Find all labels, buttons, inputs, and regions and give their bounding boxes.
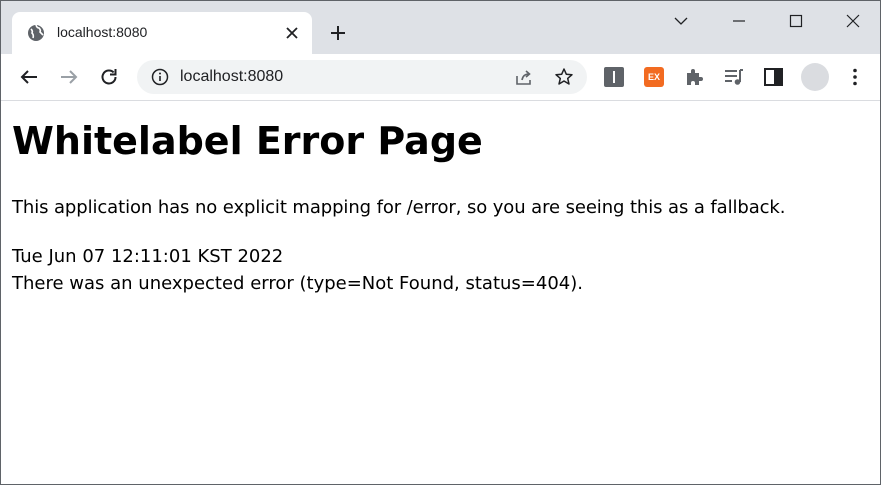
share-icon[interactable] [514, 67, 534, 87]
tab-strip: localhost:8080 [1, 1, 880, 54]
browser-window: localhost:8080 localhost:8080 EX Whitela… [0, 0, 881, 485]
tab-localhost[interactable]: localhost:8080 [12, 12, 312, 54]
close-icon[interactable] [284, 25, 300, 41]
minimize-icon[interactable] [727, 9, 751, 33]
more-icon[interactable] [843, 65, 867, 89]
star-icon[interactable] [554, 67, 574, 87]
page-title: Whitelabel Error Page [12, 119, 483, 163]
avatar[interactable] [801, 63, 829, 91]
maximize-icon[interactable] [784, 9, 808, 33]
media-queue-icon[interactable] [723, 66, 747, 90]
side-panel-icon[interactable] [763, 66, 787, 90]
error-status: There was an unexpected error (type=Not … [12, 273, 583, 294]
address-bar[interactable]: localhost:8080 [137, 60, 587, 94]
chevron-down-icon[interactable] [669, 9, 693, 33]
info-icon[interactable] [151, 68, 169, 86]
forward-arrow-icon[interactable] [57, 65, 81, 89]
error-timestamp: Tue Jun 07 12:11:01 KST 2022 [12, 246, 284, 267]
close-window-icon[interactable] [841, 9, 865, 33]
toolbar: localhost:8080 EX [1, 54, 880, 101]
reload-icon[interactable] [97, 65, 121, 89]
ex-extension-icon[interactable]: EX [644, 67, 664, 87]
back-arrow-icon[interactable] [17, 65, 41, 89]
dark-extension-icon[interactable] [604, 67, 624, 87]
address-url[interactable]: localhost:8080 [180, 68, 283, 86]
ex-extension-label: EX [647, 72, 660, 82]
error-message: This application has no explicit mapping… [12, 197, 786, 218]
puzzle-icon[interactable] [683, 66, 707, 90]
tab-title: localhost:8080 [57, 24, 148, 40]
globe-icon [27, 24, 45, 42]
page-content: Whitelabel Error Page This application h… [1, 101, 880, 484]
plus-icon[interactable] [328, 23, 348, 43]
error-details: Tue Jun 07 12:11:01 KST 2022 There was a… [12, 243, 583, 297]
